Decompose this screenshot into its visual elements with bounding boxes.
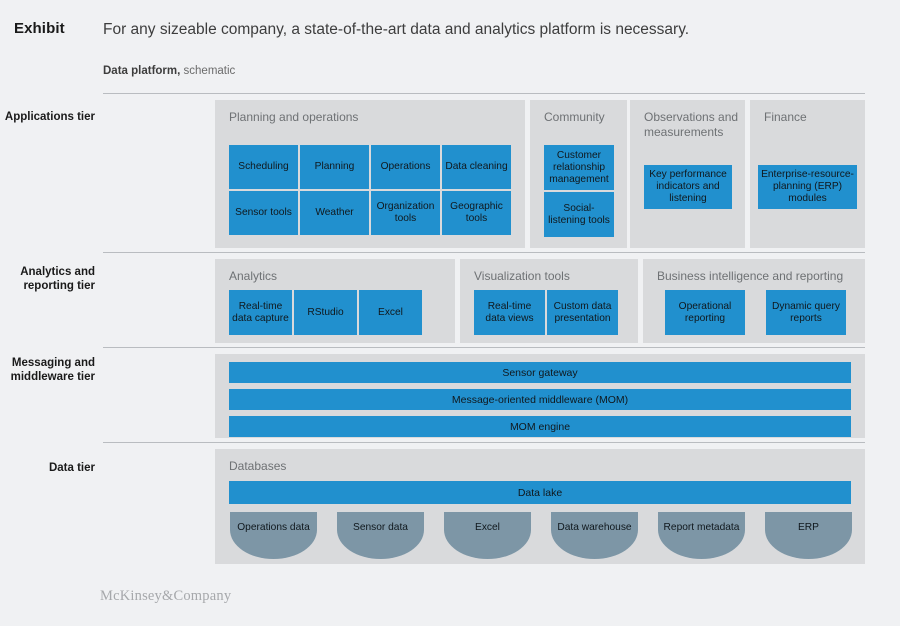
database-excel[interactable]: Excel (444, 512, 531, 559)
database-sensor-data[interactable]: Sensor data (337, 512, 424, 559)
tile-social-listening-tools[interactable]: Social-listening tools (544, 192, 614, 237)
panel-databases: Databases Data lake Operations data Sens… (215, 449, 865, 564)
tile-geographic-tools[interactable]: Geographic tools (442, 191, 511, 235)
panel-observations-and-measurements: Observations and measurements Key perfor… (630, 100, 745, 248)
mckinsey-logo: McKinsey&Company (100, 588, 232, 604)
tile-data-cleaning[interactable]: Data cleaning (442, 145, 511, 189)
data-platform-schematic: Applications tier Planning and operation… (0, 0, 900, 626)
panel-community: Community Customer relationship manageme… (530, 100, 627, 248)
panel-messaging: Sensor gateway Message-oriented middlewa… (215, 354, 865, 438)
tier-applications: Applications tier Planning and operation… (5, 93, 865, 252)
tile-real-time-data-capture[interactable]: Real-time data capture (229, 290, 292, 335)
tier-data: Data tier Databases Data lake Operations… (49, 442, 865, 564)
tier-label-data: Data tier (48, 462, 95, 474)
panel-title: Observations and measurements (644, 110, 739, 139)
database-report-metadata[interactable]: Report metadata (658, 512, 745, 559)
panel-title: Visualization tools (474, 269, 570, 283)
panel-title: Community (544, 110, 605, 124)
panel-title: Databases (229, 459, 287, 473)
tile-erp-modules[interactable]: Enterprise-resource-planning (ERP) modul… (758, 165, 857, 209)
tier-label-messaging: Messaging and middleware tier (10, 357, 95, 383)
tile-weather[interactable]: Weather (300, 191, 369, 235)
panel-visualization-tools: Visualization tools Real-time data views… (460, 259, 638, 343)
tier-messaging-and-middleware: Messaging and middleware tier Sensor gat… (11, 347, 865, 442)
tile-operations[interactable]: Operations (371, 145, 440, 189)
panel-business-intelligence-and-reporting: Business intelligence and reporting Oper… (643, 259, 865, 343)
tile-planning[interactable]: Planning (300, 145, 369, 189)
tile-excel[interactable]: Excel (359, 290, 422, 335)
tile-operational-reporting[interactable]: Operational reporting (665, 290, 745, 335)
database-data-warehouse[interactable]: Data warehouse (551, 512, 638, 559)
database-operations-data[interactable]: Operations data (230, 512, 317, 559)
tile-custom-data-presentation[interactable]: Custom data presentation (547, 290, 618, 335)
tier-analytics-and-reporting: Analytics and reporting tier Analytics R… (20, 252, 865, 347)
tile-sensor-tools[interactable]: Sensor tools (229, 191, 298, 235)
bar-mom-engine[interactable]: MOM engine (229, 416, 851, 437)
tile-key-performance-indicators-and-listening[interactable]: Key performance indicators and listening (644, 165, 732, 209)
tile-scheduling[interactable]: Scheduling (229, 145, 298, 189)
bar-data-lake[interactable]: Data lake (229, 481, 851, 504)
panel-finance: Finance Enterprise-resource-planning (ER… (750, 100, 865, 248)
panel-title: Finance (764, 110, 807, 124)
panel-title: Analytics (229, 269, 278, 283)
tile-dynamic-query-reports[interactable]: Dynamic query reports (766, 290, 846, 335)
database-erp[interactable]: ERP (765, 512, 852, 559)
tile-rstudio[interactable]: RStudio (294, 290, 357, 335)
panel-analytics: Analytics Real-time data capture RStudio… (215, 259, 455, 343)
tier-label-applications: Applications tier (4, 111, 95, 123)
tier-label-analytics: Analytics and reporting tier (20, 266, 95, 292)
panel-title: Business intelligence and reporting (657, 269, 844, 283)
tile-customer-relationship-management[interactable]: Customer relationship management (544, 145, 614, 190)
tile-organization-tools[interactable]: Organization tools (371, 191, 440, 235)
panel-title: Planning and operations (229, 110, 359, 124)
bar-sensor-gateway[interactable]: Sensor gateway (229, 362, 851, 383)
bar-message-oriented-middleware[interactable]: Message-oriented middleware (MOM) (229, 389, 851, 410)
panel-planning-and-operations: Planning and operations Scheduling Plann… (215, 100, 525, 248)
tile-real-time-data-views[interactable]: Real-time data views (474, 290, 545, 335)
